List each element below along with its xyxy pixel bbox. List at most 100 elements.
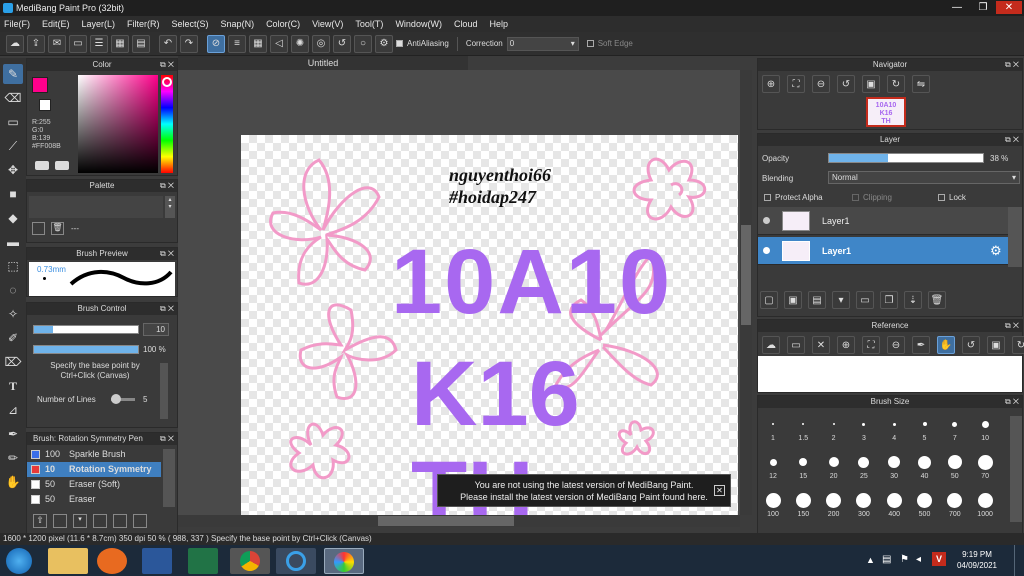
- chrome-icon[interactable]: [230, 548, 270, 574]
- color-swap-icon[interactable]: [55, 161, 69, 170]
- text-tool-icon[interactable]: T: [3, 376, 23, 396]
- menu-tool[interactable]: Tool(T): [355, 19, 383, 29]
- palette-scrollbar[interactable]: ▴ ▾: [165, 196, 175, 218]
- correction-select[interactable]: 0 ▾: [506, 36, 579, 51]
- parallel-snap-icon[interactable]: ≡: [228, 34, 246, 53]
- tray-flag-icon[interactable]: ⚑: [900, 554, 909, 565]
- menu-edit[interactable]: Edit(E): [42, 19, 70, 29]
- layer-visibility-icon[interactable]: [763, 247, 770, 254]
- eraser-tool-icon[interactable]: ⌫: [3, 88, 23, 108]
- brush-add-dropdown-icon[interactable]: ▾: [73, 514, 87, 528]
- brush-size-option[interactable]: [799, 458, 808, 466]
- merge-layer-icon[interactable]: ⇣: [904, 291, 922, 309]
- reference-fit-icon[interactable]: ⛶: [862, 336, 880, 354]
- zoom-out-icon[interactable]: ⊖: [812, 75, 830, 93]
- menu-file[interactable]: File(F): [4, 19, 30, 29]
- delete-layer-icon[interactable]: 🗑: [928, 291, 946, 309]
- curve-snap-icon[interactable]: ↺: [333, 34, 351, 53]
- snap-settings-icon[interactable]: ⚙: [375, 34, 393, 53]
- gradient-tool-icon[interactable]: ▬: [3, 232, 23, 252]
- tray-network-icon[interactable]: ▤: [882, 554, 891, 565]
- drawing-canvas[interactable]: 10A10 K16 TH nguyenthoi66 #hoidap247: [241, 135, 738, 515]
- brush-size-option[interactable]: [858, 456, 870, 468]
- new-layer-icon[interactable]: ▢: [760, 291, 778, 309]
- brush-size-option[interactable]: [765, 492, 781, 508]
- reference-area[interactable]: [758, 356, 1022, 392]
- media-player-icon[interactable]: [97, 548, 127, 574]
- brush-size-option[interactable]: [828, 457, 839, 467]
- brush-size-option[interactable]: [977, 454, 993, 470]
- brush-size-option[interactable]: [892, 422, 896, 426]
- brush-list-item[interactable]: 50 Eraser: [27, 492, 161, 507]
- select-pen-icon[interactable]: ✐: [3, 328, 23, 348]
- reference-rotate-left-icon[interactable]: ↺: [962, 336, 980, 354]
- eyedropper-icon[interactable]: ✒: [3, 424, 23, 444]
- new-brush-icon[interactable]: [53, 514, 67, 528]
- brush-size-option[interactable]: [947, 455, 962, 469]
- circle-snap-icon[interactable]: ◎: [312, 34, 330, 53]
- reference-hand-icon[interactable]: ✋: [937, 336, 955, 354]
- lock-option[interactable]: Lock: [938, 193, 966, 202]
- lines-slider-handle[interactable]: [111, 394, 121, 404]
- protect-alpha-option[interactable]: Protect Alpha: [764, 193, 823, 202]
- document-icon[interactable]: ▭: [69, 34, 87, 53]
- grid-icon[interactable]: ▦: [111, 34, 129, 53]
- canvas-vertical-scrollbar[interactable]: [740, 70, 752, 515]
- brush-size-option[interactable]: [917, 492, 932, 508]
- notice-close-icon[interactable]: ✕: [714, 485, 725, 496]
- reference-close-icon[interactable]: ✕: [812, 336, 830, 354]
- soft-edge-checkbox[interactable]: [586, 40, 594, 47]
- menu-filter[interactable]: Filter(R): [127, 19, 160, 29]
- dot-tool-icon[interactable]: ⟋: [3, 136, 23, 156]
- fit-icon[interactable]: ⛶: [787, 75, 805, 93]
- undo-icon[interactable]: ↶: [159, 34, 177, 53]
- select-eraser-icon[interactable]: ⌦: [3, 352, 23, 372]
- layer-visibility-icon[interactable]: [763, 217, 770, 224]
- delete-palette-icon[interactable]: 🗑: [51, 222, 64, 235]
- tray-clock[interactable]: 9:19 PM 04/09/2021: [952, 549, 1002, 571]
- comment-icon[interactable]: ✉: [48, 34, 66, 53]
- reference-open-icon[interactable]: ▭: [787, 336, 805, 354]
- brush-size-option[interactable]: [832, 423, 835, 425]
- brush-size-option[interactable]: [856, 492, 872, 508]
- close-button[interactable]: ✕: [996, 1, 1022, 14]
- update-notice[interactable]: You are not using the latest version of …: [437, 474, 731, 507]
- reference-rotate-right-icon[interactable]: ↻: [1012, 336, 1024, 354]
- brush-opacity-slider[interactable]: [33, 345, 139, 354]
- cross-snap-icon[interactable]: ▦: [249, 34, 267, 53]
- brush-copy-icon[interactable]: [133, 514, 147, 528]
- restore-button[interactable]: ❐: [970, 1, 996, 14]
- tab-untitled[interactable]: Untitled: [178, 56, 468, 70]
- menu-select[interactable]: Select(S): [172, 19, 209, 29]
- new-palette-icon[interactable]: [32, 222, 45, 235]
- brush-size-option[interactable]: [981, 420, 989, 428]
- brush-size-option[interactable]: [862, 422, 866, 426]
- layer-row[interactable]: Layer1: [758, 207, 1008, 235]
- brush-control-scrollbar[interactable]: [160, 363, 168, 419]
- brush-size-option[interactable]: [947, 492, 963, 508]
- brush-tool-icon[interactable]: ✎: [3, 64, 23, 84]
- color-mode-icon[interactable]: [35, 161, 49, 170]
- menu-help[interactable]: Help: [489, 19, 508, 29]
- new-halftone-layer-icon[interactable]: ▣: [784, 291, 802, 309]
- tray-speaker-icon[interactable]: ◂: [916, 554, 921, 565]
- move-tool-icon[interactable]: ✥: [3, 160, 23, 180]
- select-tool-icon[interactable]: ⬚: [3, 256, 23, 276]
- brush-size-value[interactable]: 10: [143, 323, 169, 336]
- fill-rect-tool-icon[interactable]: ■: [3, 184, 23, 204]
- snap-off-icon[interactable]: ⊘: [207, 34, 225, 53]
- brush-size-scrollbar[interactable]: [1010, 416, 1022, 522]
- new-8bit-layer-icon[interactable]: ▤: [808, 291, 826, 309]
- brush-list-item-selected[interactable]: 10 Rotation Symmetry: [27, 462, 161, 477]
- brush-folder-icon[interactable]: [113, 514, 127, 528]
- brush-size-option[interactable]: [886, 492, 902, 508]
- list-icon[interactable]: ☰: [90, 34, 108, 53]
- rotate-right-icon[interactable]: ↻: [887, 75, 905, 93]
- start-button[interactable]: [6, 548, 32, 574]
- brush-size-option[interactable]: [795, 492, 811, 508]
- word-icon[interactable]: [142, 548, 172, 574]
- menu-layer[interactable]: Layer(L): [82, 19, 116, 29]
- layer-settings-gear-icon[interactable]: ⚙: [990, 243, 1002, 259]
- magic-wand-icon[interactable]: ✧: [3, 304, 23, 324]
- layer-opacity-slider[interactable]: [828, 153, 984, 163]
